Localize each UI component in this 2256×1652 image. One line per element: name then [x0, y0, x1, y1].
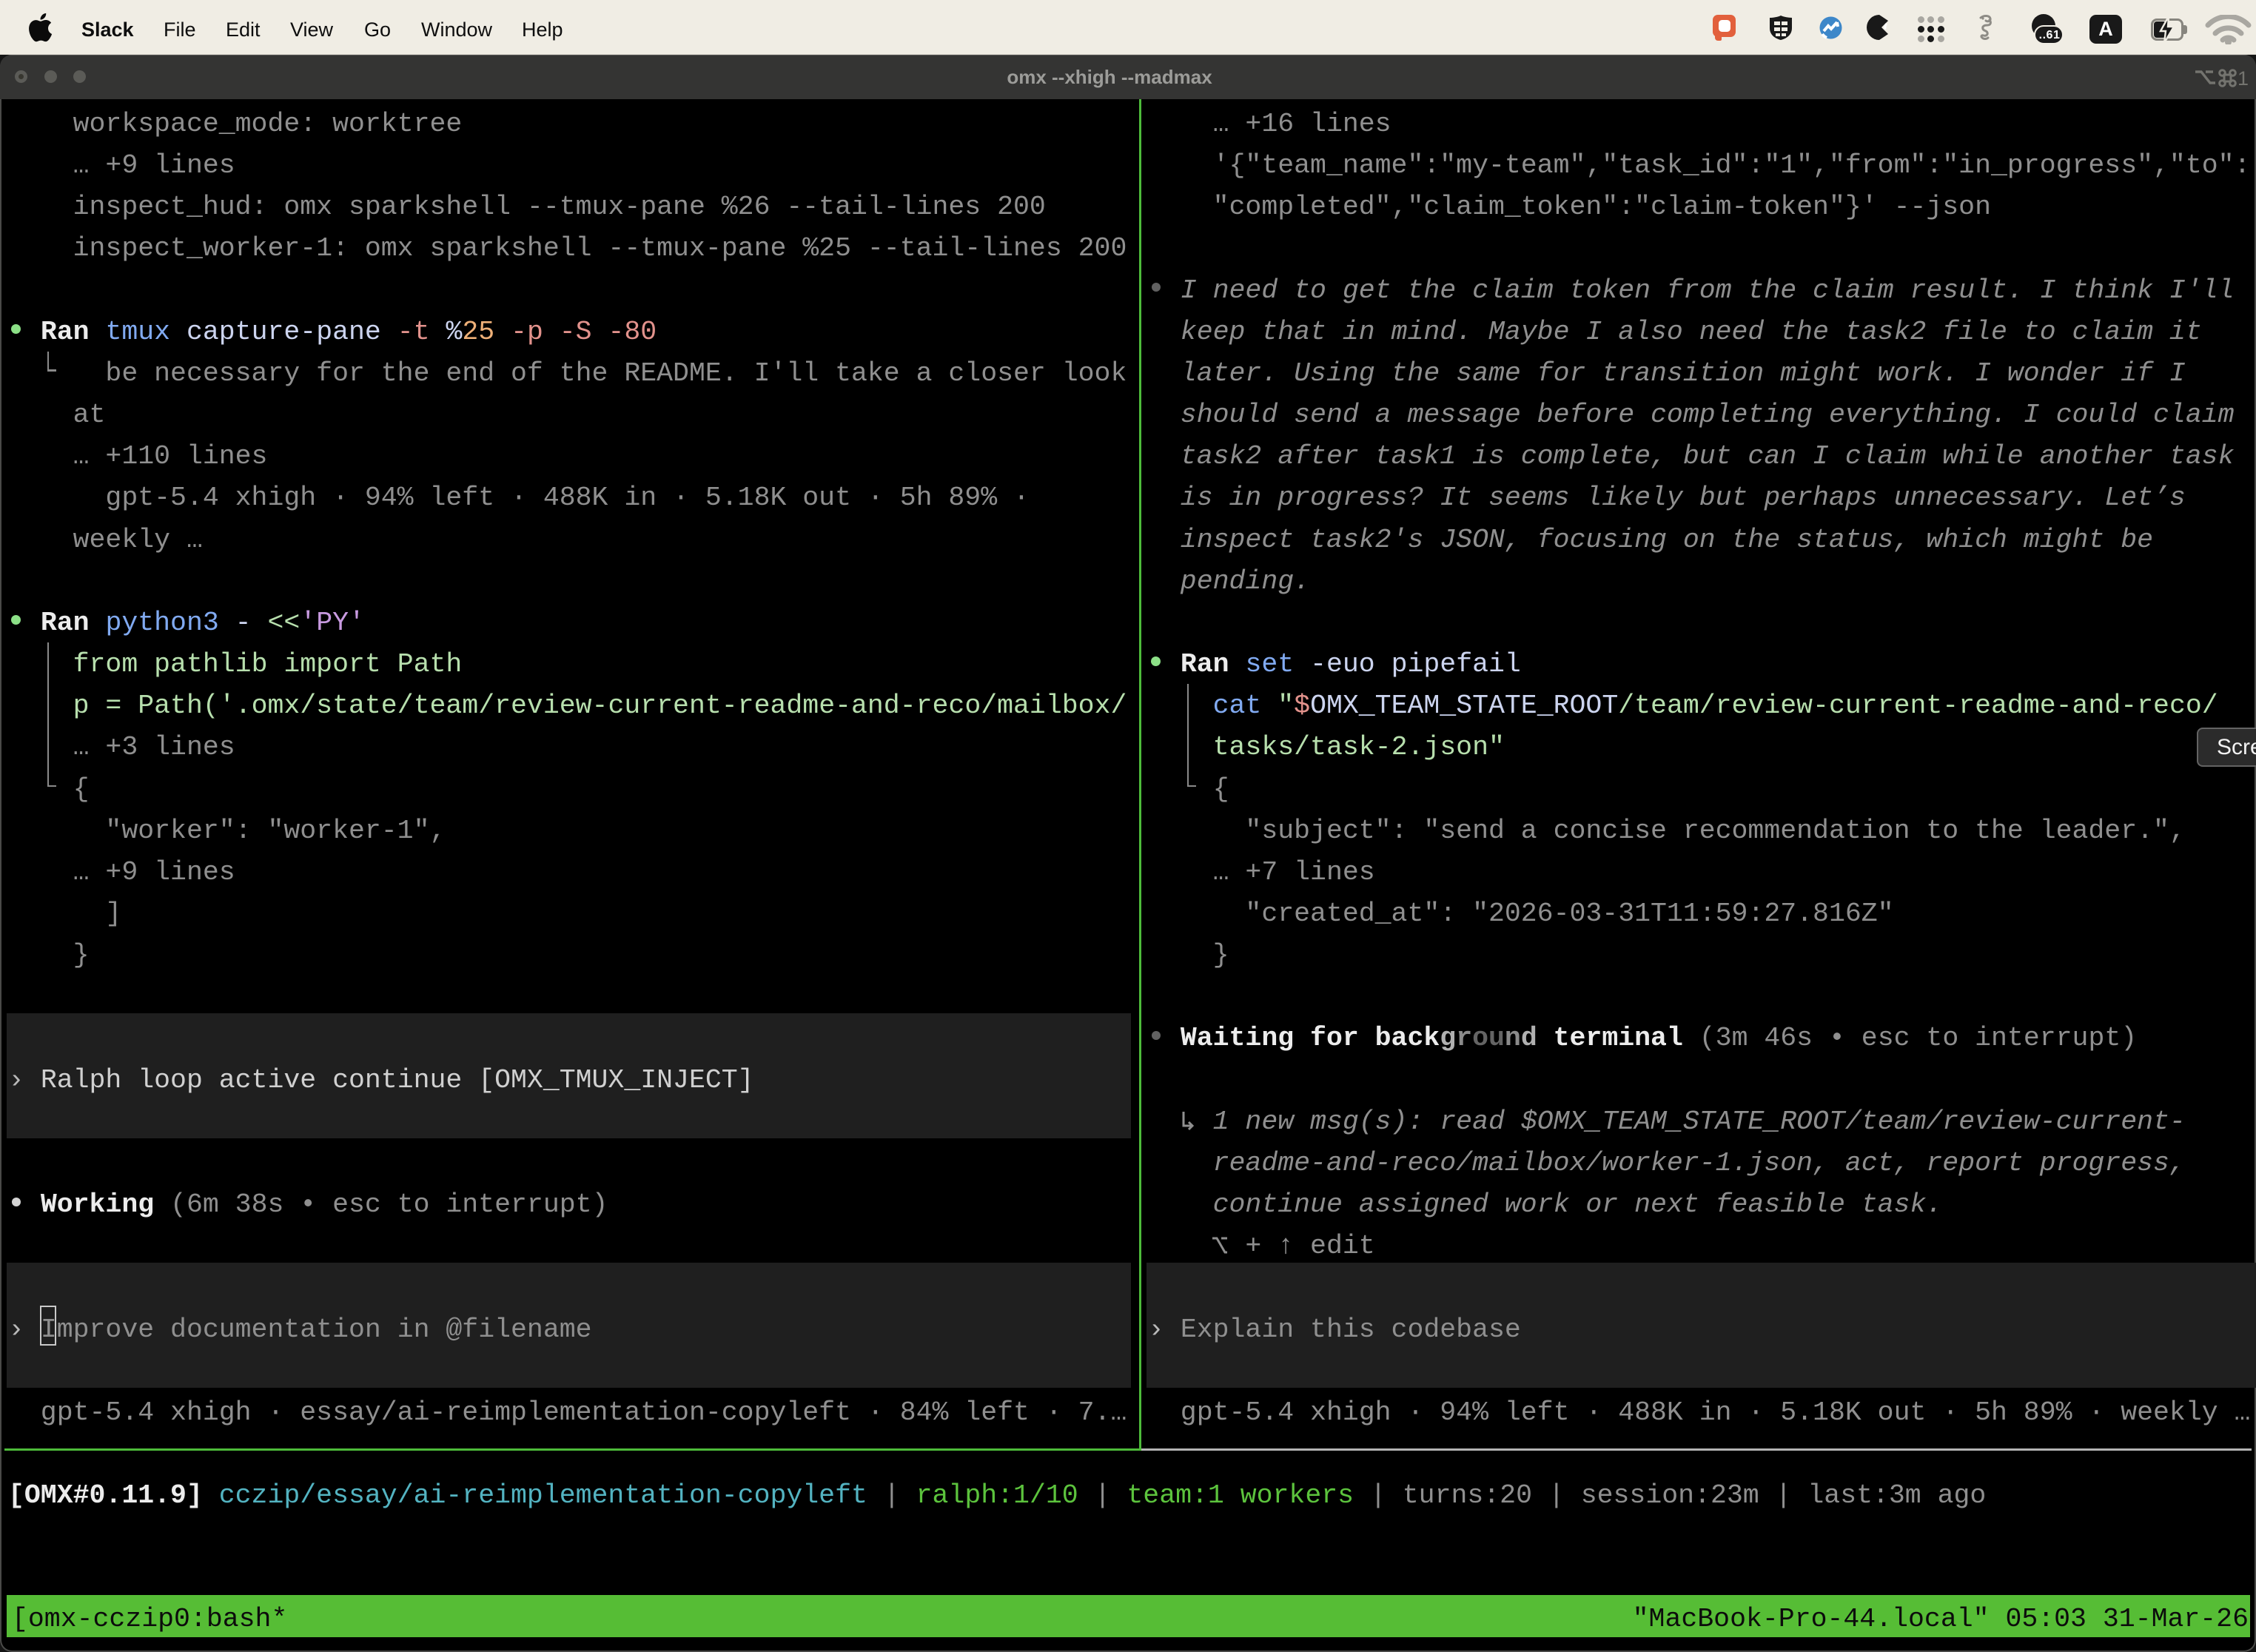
svg-text:1: 1: [2237, 67, 2248, 89]
